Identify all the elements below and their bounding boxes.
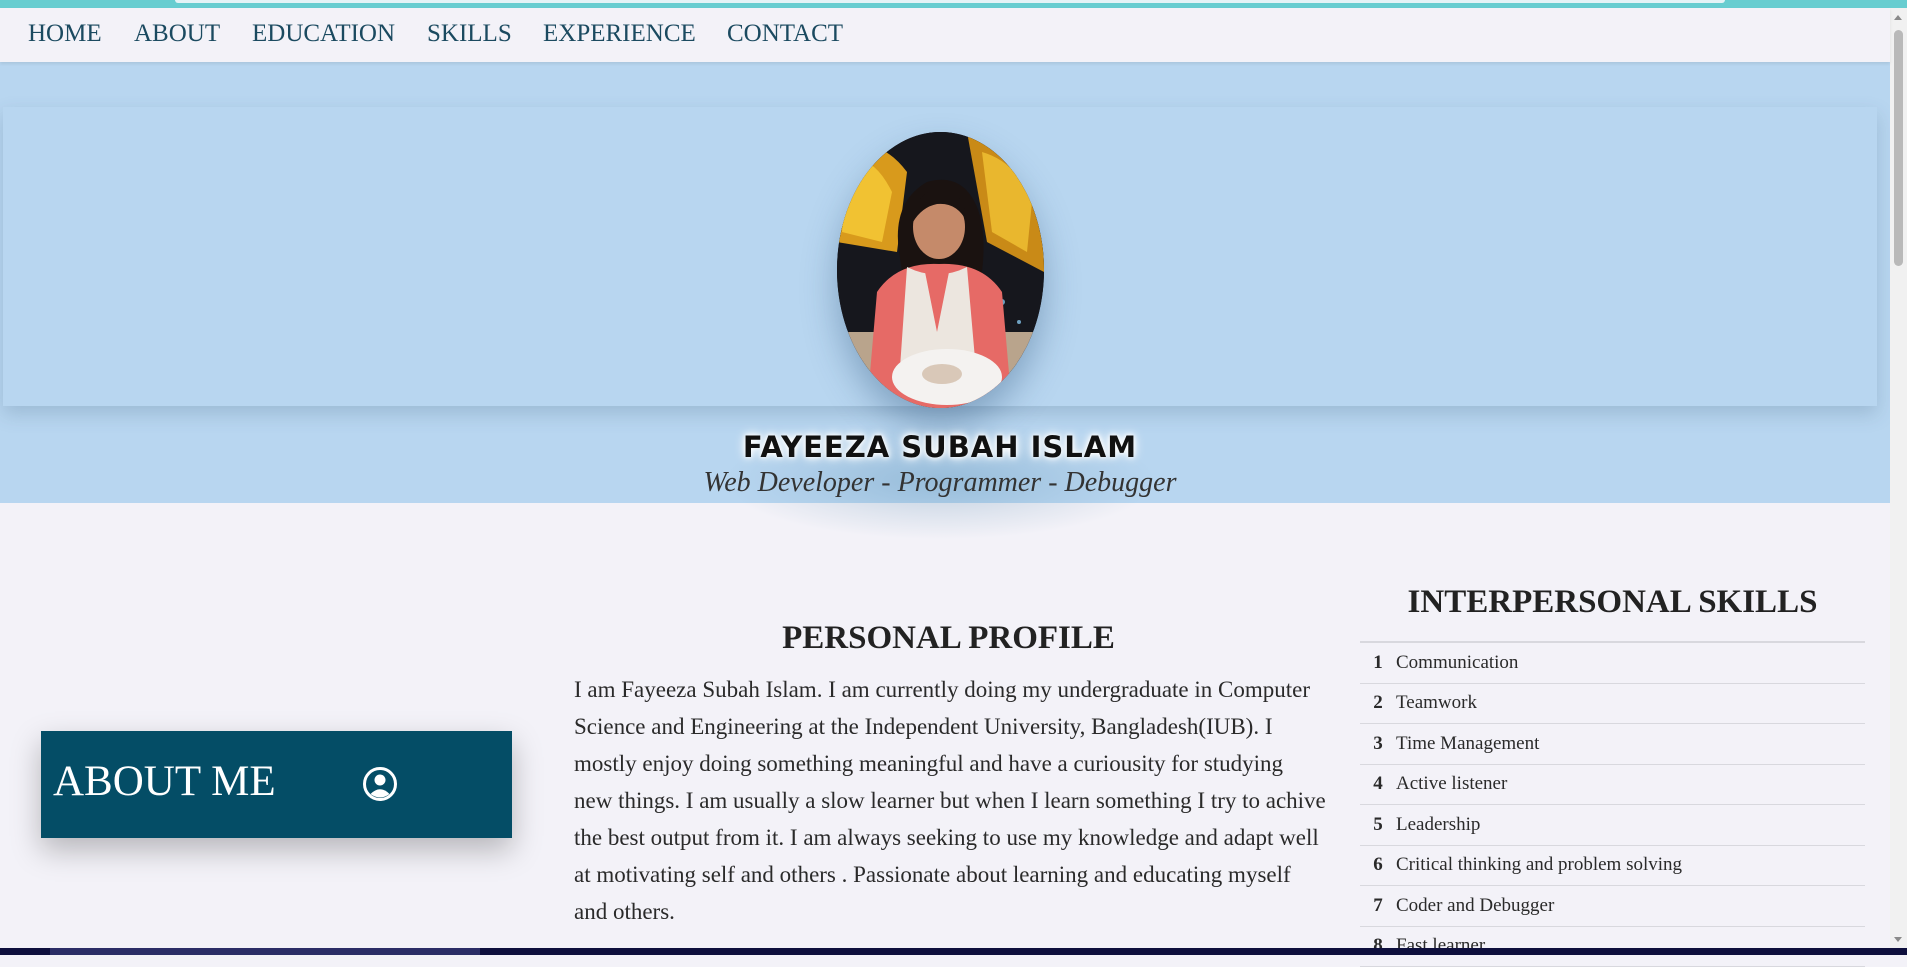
table-row: 3 Time Management	[1360, 724, 1865, 765]
skill-number: 5	[1360, 814, 1394, 836]
skill-label: Leadership	[1394, 814, 1480, 836]
scroll-up-icon[interactable]	[1894, 15, 1902, 20]
skills-table: 1 Communication 2 Teamwork 3 Time Manage…	[1360, 641, 1865, 967]
nav-about[interactable]: ABOUT	[134, 20, 220, 48]
skill-label: Communication	[1394, 652, 1518, 674]
personal-profile-text: I am Fayeeza Subah Islam. I am currently…	[574, 671, 1326, 930]
hero-tagline: Web Developer - Programmer - Debugger	[0, 467, 1880, 499]
skill-number: 3	[1360, 733, 1394, 755]
skill-number: 4	[1360, 773, 1394, 795]
table-row: 2 Teamwork	[1360, 684, 1865, 725]
skill-label: Active listener	[1394, 773, 1507, 795]
skill-label: Critical thinking and problem solving	[1394, 854, 1682, 876]
nav-home[interactable]: HOME	[28, 20, 102, 48]
top-nav: HOME ABOUT EDUCATION SKILLS EXPERIENCE C…	[0, 8, 1890, 62]
nav-skills[interactable]: SKILLS	[427, 20, 512, 48]
scrollbar-thumb[interactable]	[1894, 30, 1903, 266]
skill-number: 2	[1360, 692, 1394, 714]
browser-top-strip	[0, 0, 1907, 8]
skill-number: 6	[1360, 854, 1394, 876]
hero-name: FAYEEZA SUBAH ISLAM	[0, 430, 1880, 464]
table-row: 4 Active listener	[1360, 765, 1865, 806]
skill-number: 7	[1360, 895, 1394, 917]
skill-label: Coder and Debugger	[1394, 895, 1554, 917]
nav-education[interactable]: EDUCATION	[252, 20, 395, 48]
nav-experience[interactable]: EXPERIENCE	[543, 20, 696, 48]
personal-profile-title: PERSONAL PROFILE	[575, 620, 1322, 657]
nav-contact[interactable]: CONTACT	[727, 20, 843, 48]
table-row: 5 Leadership	[1360, 805, 1865, 846]
table-row: 1 Communication	[1360, 643, 1865, 684]
skill-number: 1	[1360, 652, 1394, 674]
interpersonal-skills-title: INTERPERSONAL SKILLS	[1360, 584, 1865, 621]
skill-label: Teamwork	[1394, 692, 1477, 714]
table-row: 7 Coder and Debugger	[1360, 886, 1865, 927]
table-row: 8 Fast learner	[1360, 927, 1865, 967]
user-circle-icon	[362, 766, 398, 802]
vertical-scrollbar[interactable]	[1890, 8, 1907, 948]
skill-label: Time Management	[1394, 733, 1539, 755]
about-me-heading: ABOUT ME	[53, 757, 276, 806]
table-row: 6 Critical thinking and problem solving	[1360, 846, 1865, 887]
profile-photo	[837, 132, 1044, 408]
taskbar-strip	[0, 948, 1907, 955]
scroll-down-icon[interactable]	[1894, 937, 1902, 942]
about-me-banner: ABOUT ME	[41, 731, 512, 838]
